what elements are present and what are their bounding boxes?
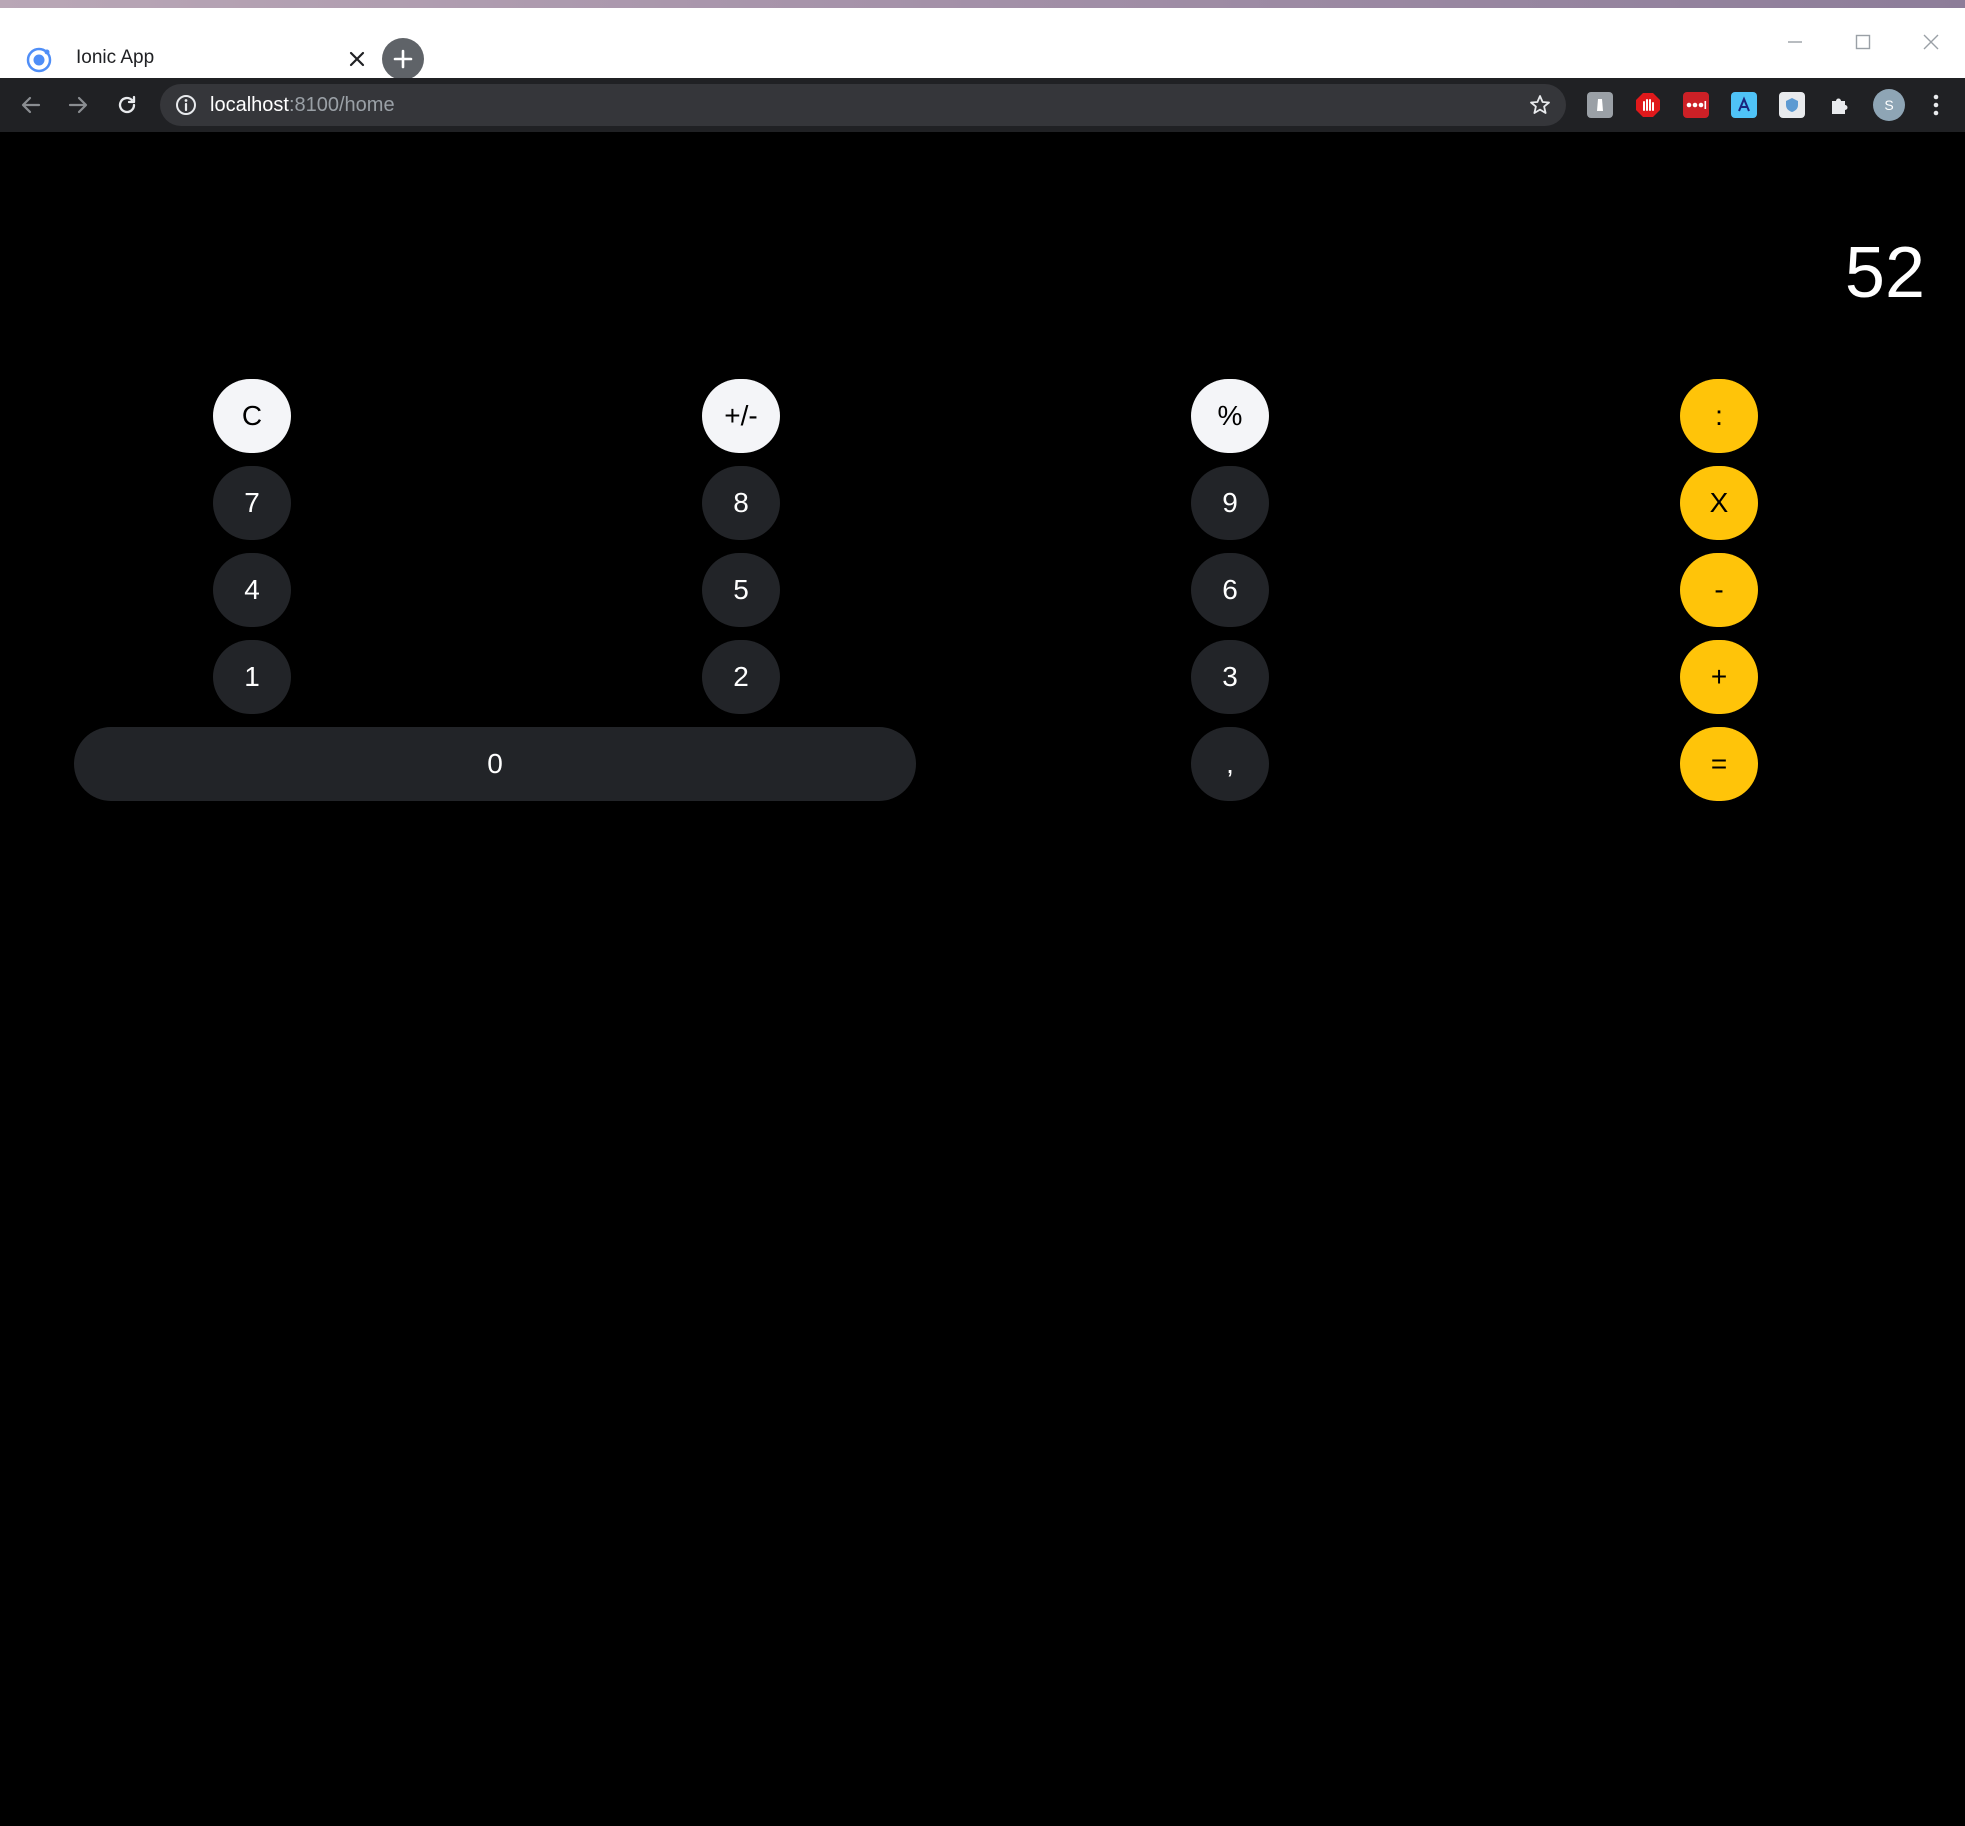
browser-menu-icon[interactable] [1924, 89, 1948, 121]
plus-button[interactable]: + [1680, 640, 1758, 714]
clear-button[interactable]: C [213, 379, 291, 453]
bookmark-star-icon[interactable] [1528, 93, 1552, 117]
forward-arrow-icon [68, 96, 88, 114]
equals-button[interactable]: = [1680, 727, 1758, 801]
sign-toggle-button[interactable]: +/- [702, 379, 780, 453]
divide-button[interactable]: : [1680, 379, 1758, 453]
privacy-badger-icon[interactable] [1779, 92, 1805, 118]
digit-8-button[interactable]: 8 [702, 466, 780, 540]
forward-button[interactable] [61, 88, 95, 122]
maximize-icon [1855, 34, 1871, 50]
minus-button[interactable]: - [1680, 553, 1758, 627]
calculator-display: 52 [1844, 233, 1925, 313]
lastpass-icon[interactable] [1683, 92, 1709, 118]
digit-2-button[interactable]: 2 [702, 640, 780, 714]
address-bar[interactable]: localhost:8100/home [160, 84, 1566, 126]
digit-7-button[interactable]: 7 [213, 466, 291, 540]
reload-icon [118, 95, 136, 114]
digit-9-button[interactable]: 9 [1191, 466, 1269, 540]
minimize-button[interactable] [1761, 22, 1829, 62]
minimize-icon [1788, 41, 1802, 43]
back-button[interactable] [14, 88, 48, 122]
window-frame-accent [0, 0, 1965, 8]
back-arrow-icon [21, 96, 41, 114]
new-tab-button[interactable] [382, 38, 424, 80]
profile-avatar[interactable]: S [1873, 89, 1905, 121]
digit-1-button[interactable]: 1 [213, 640, 291, 714]
digit-6-button[interactable]: 6 [1191, 553, 1269, 627]
url-host: localhost [210, 94, 289, 116]
percent-button[interactable]: % [1191, 379, 1269, 453]
calculator-page: 52 C +/- % : 7 8 9 X 4 5 6 - 1 2 3 + 0 ,… [0, 132, 1965, 1826]
url-text: localhost:8100/home [210, 94, 395, 117]
digit-3-button[interactable]: 3 [1191, 640, 1269, 714]
tab-title: Ionic App [76, 47, 155, 68]
window-controls [1761, 22, 1965, 62]
multiply-button[interactable]: X [1680, 466, 1758, 540]
plus-icon [393, 49, 413, 69]
close-icon [1923, 34, 1939, 50]
tab-close-icon[interactable] [344, 46, 370, 72]
digit-5-button[interactable]: 5 [702, 553, 780, 627]
lighthouse-icon[interactable] [1587, 92, 1613, 118]
tab-strip: Ionic App [0, 8, 1965, 86]
maximize-button[interactable] [1829, 22, 1897, 62]
digit-0-button[interactable]: 0 [74, 727, 916, 801]
browser-toolbar: localhost:8100/home S [0, 78, 1965, 132]
translate-icon[interactable] [1731, 92, 1757, 118]
close-window-button[interactable] [1897, 22, 1965, 62]
extensions-puzzle-icon[interactable] [1827, 92, 1853, 118]
reload-button[interactable] [110, 88, 144, 122]
adblock-icon[interactable] [1635, 92, 1661, 118]
url-path: :8100/home [288, 94, 395, 116]
digit-4-button[interactable]: 4 [213, 553, 291, 627]
decimal-button[interactable]: , [1191, 727, 1269, 801]
ionic-favicon-icon [26, 47, 52, 73]
site-info-icon[interactable] [174, 93, 198, 117]
